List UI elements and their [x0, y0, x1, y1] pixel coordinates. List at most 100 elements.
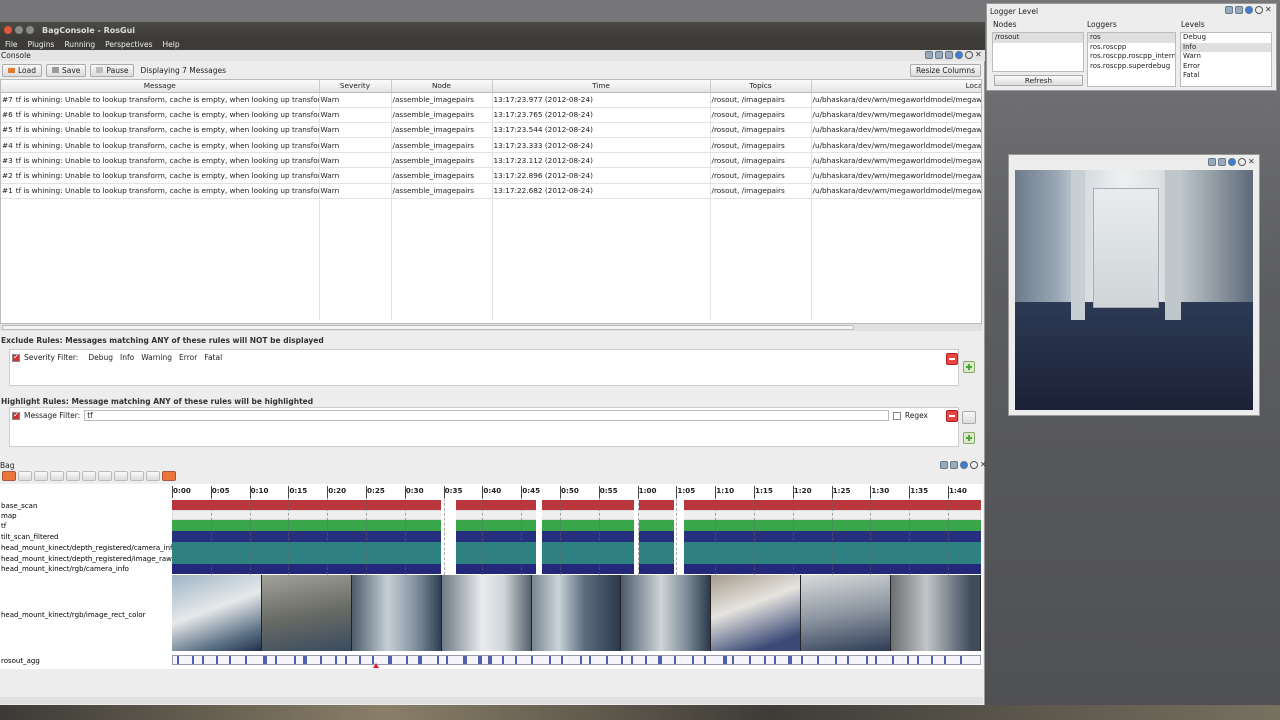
bag-horizontal-scrollbar[interactable]: [0, 697, 983, 704]
logger-float-icon[interactable]: [1255, 6, 1263, 14]
pause-button[interactable]: Pause: [90, 63, 135, 77]
close-window-icon[interactable]: [4, 26, 12, 34]
rosout-message-mark: [931, 656, 933, 664]
save-bag-icon[interactable]: [18, 471, 32, 481]
track-tilt-scan[interactable]: [172, 531, 981, 542]
table-row[interactable]: #6 tf is whining: Unable to lookup transf…: [1, 107, 981, 123]
level-item-info[interactable]: Info: [1181, 42, 1271, 52]
play-pause-icon[interactable]: [66, 471, 80, 481]
image-view-reload-icon[interactable]: [1218, 158, 1226, 166]
track-map[interactable]: [172, 510, 981, 520]
menu-running[interactable]: Running: [59, 40, 100, 49]
logger-item[interactable]: ros.roscpp.superdebug: [1088, 62, 1175, 72]
track-base-scan[interactable]: [172, 500, 981, 510]
menu-help[interactable]: Help: [158, 40, 185, 49]
level-item-fatal[interactable]: Fatal: [1181, 71, 1271, 81]
logger-item[interactable]: ros.roscpp.roscpp_internal: [1088, 52, 1175, 62]
bag-dock-config-icon[interactable]: [940, 461, 948, 469]
menu-perspectives[interactable]: Perspectives: [100, 40, 157, 49]
window-titlebar: BagConsole - RosGui: [0, 22, 985, 38]
step-back-icon[interactable]: [50, 471, 64, 481]
table-row[interactable]: #5 tf is whining: Unable to lookup transf…: [1, 122, 981, 139]
highlight-options-button[interactable]: [962, 411, 976, 424]
track-rgb-camera-info[interactable]: [172, 564, 981, 574]
resize-columns-button[interactable]: Resize Columns: [909, 63, 981, 77]
help-icon[interactable]: [955, 51, 963, 59]
column-header-location[interactable]: Location: [811, 80, 981, 93]
save-button[interactable]: Save: [46, 63, 87, 77]
logger-help-icon[interactable]: [1245, 6, 1253, 14]
table-horizontal-scrollbar[interactable]: [0, 324, 982, 331]
table-row[interactable]: #1 tf is whining: Unable to lookup transf…: [1, 183, 981, 199]
remove-exclude-rule-button[interactable]: [946, 353, 958, 365]
track-tf[interactable]: [172, 520, 981, 531]
table-row[interactable]: #4 tf is whining: Unable to lookup transf…: [1, 137, 981, 154]
timeline-gridline: [598, 498, 600, 575]
topic-depth-image-raw: head_mount_kinect/depth_registered/image…: [1, 555, 172, 563]
timeline-ruler[interactable]: 0:00 0:05 0:10 0:15 0:20 0:25 0:30 0:35 0:40 0:45…: [172, 486, 982, 498]
rewind-icon[interactable]: [34, 471, 48, 481]
severity-option-warning[interactable]: Warning: [141, 353, 172, 362]
image-view-close-icon[interactable]: ✕: [1248, 158, 1256, 166]
timeline-tick-label: 0:35: [444, 486, 463, 495]
remove-highlight-rule-button[interactable]: [946, 410, 958, 422]
load-button[interactable]: Load: [2, 63, 42, 77]
level-item-debug[interactable]: Debug: [1181, 33, 1271, 43]
maximize-window-icon[interactable]: [26, 26, 34, 34]
image-thumbnail-strip[interactable]: [172, 575, 982, 651]
zoom-reset-icon[interactable]: [146, 471, 160, 481]
bag-dock-reload-icon[interactable]: [950, 461, 958, 469]
image-view-config-icon[interactable]: [1208, 158, 1216, 166]
column-header-topics[interactable]: Topics: [710, 80, 812, 93]
regex-checkbox[interactable]: [892, 411, 901, 420]
track-depth-camera-info[interactable]: [172, 542, 981, 553]
severity-option-info[interactable]: Info: [120, 353, 134, 362]
logger-item[interactable]: ros: [1088, 33, 1175, 43]
message-filter-checkbox[interactable]: [12, 410, 20, 420]
column-header-node[interactable]: Node: [391, 80, 493, 93]
column-header-severity[interactable]: Severity: [319, 80, 392, 93]
logger-close-icon[interactable]: ✕: [1265, 6, 1273, 14]
thumbnail-toggle-icon[interactable]: [162, 471, 176, 481]
severity-option-debug[interactable]: Debug: [88, 353, 113, 362]
message-filter-input[interactable]: tf: [84, 410, 889, 421]
track-depth-image-raw[interactable]: [172, 553, 981, 564]
add-highlight-rule-button[interactable]: [963, 432, 975, 444]
bag-dock-close-icon[interactable]: ✕: [980, 461, 988, 469]
severity-filter-checkbox[interactable]: [12, 352, 20, 362]
logger-item[interactable]: ros.roscpp: [1088, 43, 1175, 53]
add-exclude-rule-button[interactable]: [963, 361, 975, 373]
table-row[interactable]: #7 tf is whining: Unable to lookup transf…: [1, 92, 981, 108]
menu-file[interactable]: File: [0, 40, 23, 49]
minimize-window-icon[interactable]: [15, 26, 23, 34]
fast-forward-icon[interactable]: [98, 471, 112, 481]
zoom-out-icon[interactable]: [130, 471, 144, 481]
dock-float-icon[interactable]: [965, 51, 973, 59]
track-rosout-agg[interactable]: [172, 655, 981, 665]
column-header-message[interactable]: Message: [1, 80, 320, 93]
image-view-float-icon[interactable]: [1238, 158, 1246, 166]
logger-reload-icon[interactable]: [1235, 6, 1243, 14]
menu-plugins[interactable]: Plugins: [23, 40, 60, 49]
zoom-in-icon[interactable]: [114, 471, 128, 481]
dock-config-icon[interactable]: [935, 51, 943, 59]
level-item-warn[interactable]: Warn: [1181, 52, 1271, 62]
bag-dock-float-icon[interactable]: [970, 461, 978, 469]
severity-option-fatal[interactable]: Fatal: [204, 353, 222, 362]
level-item-error[interactable]: Error: [1181, 62, 1271, 72]
dock-detach-icon[interactable]: [925, 51, 933, 59]
refresh-button[interactable]: Refresh: [994, 75, 1083, 86]
table-row[interactable]: #2 tf is whining: Unable to lookup transf…: [1, 167, 981, 184]
dock-reload-icon[interactable]: [945, 51, 953, 59]
table-row[interactable]: #3 tf is whining: Unable to lookup transf…: [1, 152, 981, 169]
column-header-time[interactable]: Time: [492, 80, 711, 93]
severity-option-error[interactable]: Error: [179, 353, 197, 362]
step-forward-icon[interactable]: [82, 471, 96, 481]
playhead-marker[interactable]: [373, 663, 379, 668]
node-item[interactable]: /rosout: [993, 33, 1083, 43]
dock-close-icon[interactable]: ✕: [975, 51, 983, 59]
bag-help-icon[interactable]: [960, 461, 968, 469]
open-bag-icon[interactable]: [2, 471, 16, 481]
image-view-help-icon[interactable]: [1228, 158, 1236, 166]
logger-config-icon[interactable]: [1225, 6, 1233, 14]
